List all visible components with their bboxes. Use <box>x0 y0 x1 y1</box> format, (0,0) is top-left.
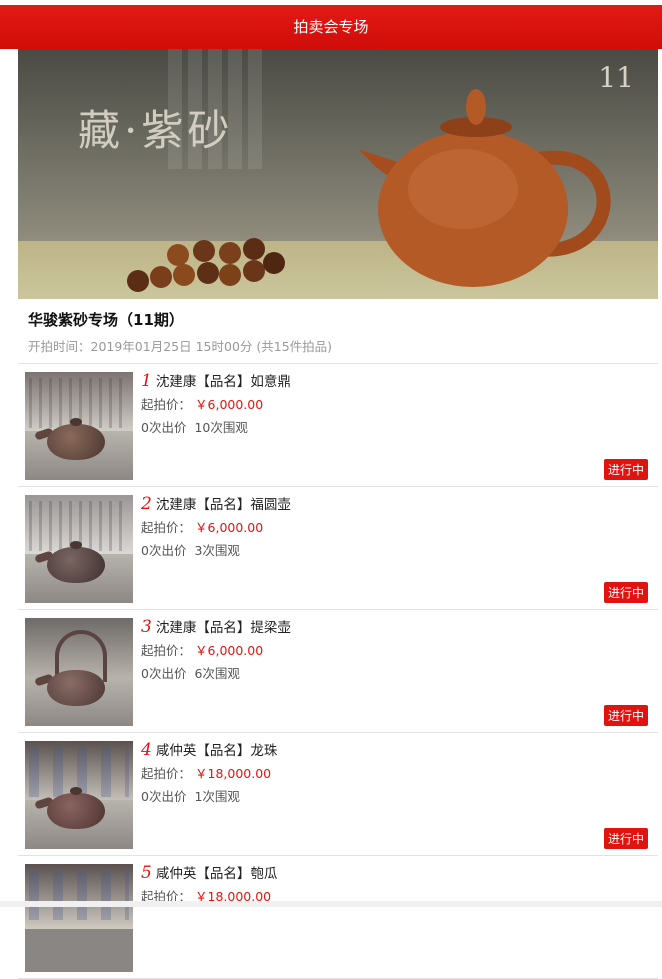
item-price: ￥6,000.00 <box>195 520 263 535</box>
item-number: 3 <box>141 617 152 637</box>
session-time: 开拍时间：2019年01月25日 15时00分 (共15件拍品) <box>28 336 648 355</box>
item-thumbnail[interactable] <box>25 618 133 726</box>
item-number: 2 <box>141 494 152 514</box>
bid-count: 0次出价 <box>141 789 186 804</box>
item-thumbnail[interactable] <box>25 372 133 480</box>
item-number: 5 <box>141 863 152 883</box>
status-badge: 进行中 <box>604 828 648 849</box>
bid-count: 0次出价 <box>141 420 186 435</box>
item-thumbnail[interactable] <box>25 864 133 972</box>
bid-count: 0次出价 <box>141 666 186 681</box>
status-badge: 进行中 <box>604 582 648 603</box>
start-price-label: 起拍价： <box>141 520 191 535</box>
item-price: ￥18,000.00 <box>195 766 271 781</box>
item-title[interactable]: 沈建康【品名】提梁壶 <box>156 620 291 636</box>
item-thumbnail[interactable] <box>25 741 133 849</box>
auction-item[interactable]: 4咸仲英【品名】龙珠 起拍价： ￥18,000.00 0次出价 1次围观 进行中 <box>18 733 658 856</box>
auction-item[interactable]: 5咸仲英【品名】匏瓜 起拍价：￥18,000.00 <box>18 856 658 979</box>
item-number: 1 <box>141 371 152 391</box>
status-badge: 进行中 <box>604 459 648 480</box>
start-price-label: 起拍价： <box>141 643 191 658</box>
auction-item[interactable]: 3沈建康【品名】提梁壶 起拍价： ￥6,000.00 0次出价 6次围观 进行中 <box>18 610 658 733</box>
item-price: ￥6,000.00 <box>195 643 263 658</box>
page-title: 拍卖会专场 <box>293 18 368 36</box>
view-count: 10次围观 <box>194 420 247 435</box>
auction-page: 藏·紫砂 11 华骏紫砂专场（11期） 开拍时间：2019年 <box>18 49 658 979</box>
view-count: 1次围观 <box>194 789 239 804</box>
session-banner-image: 藏·紫砂 11 <box>18 49 658 299</box>
auction-item[interactable]: 1沈建康【品名】如意鼎 起拍价： ￥6,000.00 0次出价 10次围观 进行中 <box>18 364 658 487</box>
item-title[interactable]: 咸仲英【品名】龙珠 <box>156 743 278 759</box>
item-number: 4 <box>141 740 152 760</box>
item-title[interactable]: 咸仲英【品名】匏瓜 <box>156 866 278 882</box>
item-title[interactable]: 沈建康【品名】福圆壶 <box>156 497 291 513</box>
view-count: 6次围观 <box>194 666 239 681</box>
auction-item[interactable]: 2沈建康【品名】福圆壶 起拍价： ￥6,000.00 0次出价 3次围观 进行中 <box>18 487 658 610</box>
status-badge: 进行中 <box>604 705 648 726</box>
view-count: 3次围观 <box>194 543 239 558</box>
page-header: 拍卖会专场 <box>0 5 662 49</box>
teapot-illustration <box>18 49 658 299</box>
item-thumbnail[interactable] <box>25 495 133 603</box>
item-title[interactable]: 沈建康【品名】如意鼎 <box>156 374 291 390</box>
session-name: 华骏紫砂专场（11期） <box>28 309 648 330</box>
teapot <box>358 89 604 287</box>
session-info: 华骏紫砂专场（11期） 开拍时间：2019年01月25日 15时00分 (共15… <box>18 299 658 364</box>
prayer-beads <box>127 238 285 292</box>
item-price: ￥6,000.00 <box>195 397 263 412</box>
horizontal-scrollbar[interactable] <box>0 901 662 907</box>
bid-count: 0次出价 <box>141 543 186 558</box>
start-price-label: 起拍价： <box>141 766 191 781</box>
start-price-label: 起拍价： <box>141 397 191 412</box>
